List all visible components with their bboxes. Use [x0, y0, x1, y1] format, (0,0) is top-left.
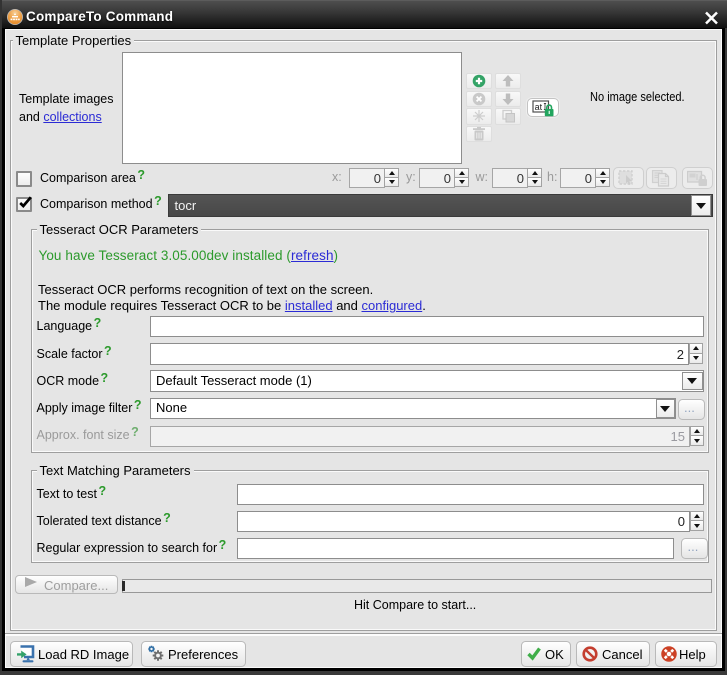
svg-text:at: at [535, 102, 543, 112]
